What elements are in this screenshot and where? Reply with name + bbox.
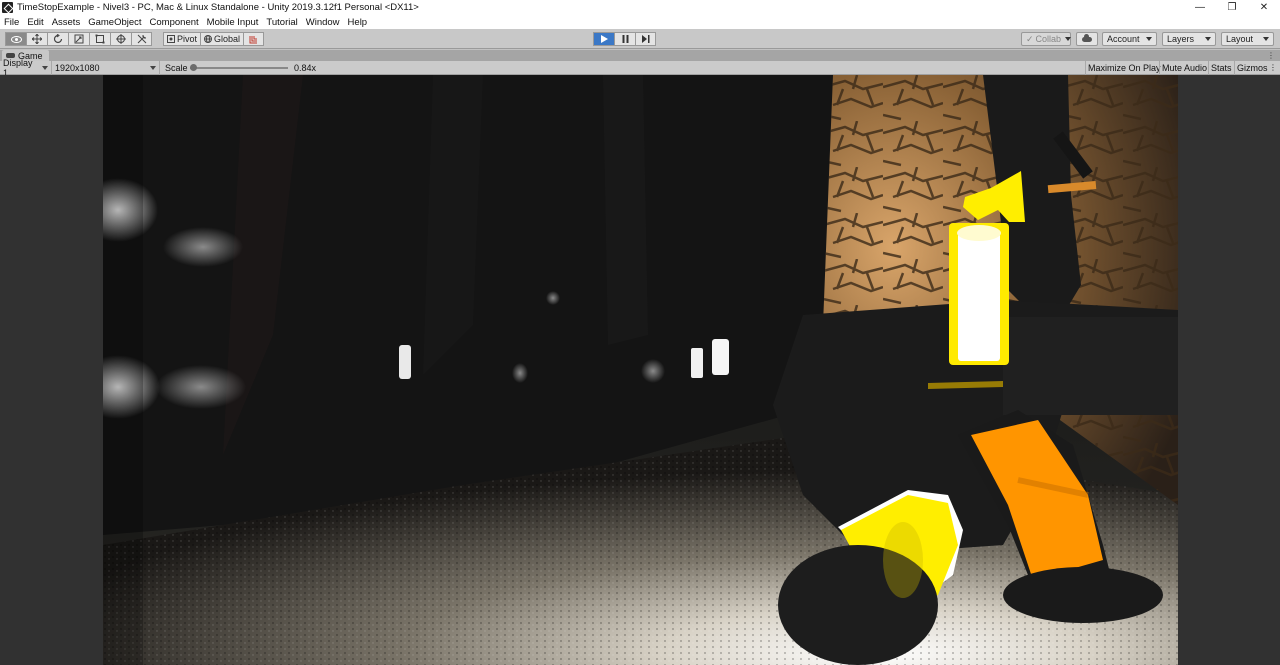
menu-component[interactable]: Component (146, 17, 203, 28)
display-caret-icon (42, 66, 48, 70)
global-label: Global (214, 34, 241, 44)
scale-tool-button[interactable] (68, 32, 89, 46)
pause-icon (622, 35, 628, 43)
window-controls: — ❐ ✕ (1184, 0, 1280, 15)
cloud-icon (1082, 33, 1092, 42)
close-button[interactable]: ✕ (1248, 0, 1280, 15)
window-title: TimeStopExample - Nivel3 - PC, Mac & Lin… (17, 2, 419, 13)
scale-value: 0.84x (294, 63, 317, 73)
menu-help[interactable]: Help (344, 17, 372, 28)
resolution-caret-icon (150, 66, 156, 70)
tab-options-menu-icon[interactable]: ⋮ (1267, 50, 1275, 61)
stats-toggle[interactable]: Stats (1208, 61, 1234, 75)
collab-label-wrap: ✓ Collab (1026, 34, 1061, 45)
globe-icon (204, 35, 213, 43)
game-view-controls: Display 1 1920x1080 Scale 0.84x Maximize… (0, 58, 1280, 78)
unity-logo-icon (2, 2, 13, 13)
game-view-render[interactable] (103, 75, 1178, 665)
pivot-toggle-button[interactable]: Pivot (163, 32, 202, 46)
layout-caret-icon (1263, 37, 1269, 41)
resolution-dropdown[interactable]: 1920x1080 (52, 61, 160, 75)
collab-dropdown[interactable]: ✓ Collab (1021, 32, 1072, 46)
wrench-icon (137, 34, 146, 44)
unity-editor-window: TimeStopExample - Nivel3 - PC, Mac & Lin… (0, 0, 1280, 665)
pause-button[interactable] (614, 32, 635, 46)
game-view-more-icon[interactable]: ⋮ (1269, 61, 1277, 75)
menu-bar: File Edit Assets GameObject Component Mo… (0, 15, 1280, 29)
move-arrows-icon (32, 34, 42, 44)
menu-tutorial[interactable]: Tutorial (262, 17, 301, 28)
mute-audio-toggle[interactable]: Mute Audio (1159, 61, 1209, 75)
rotate-icon (53, 34, 63, 44)
game-tab-bar: Game ⋮ (0, 50, 1280, 61)
playback-controls (593, 32, 656, 46)
custom-tool-button[interactable] (131, 32, 152, 46)
move-tool-button[interactable] (26, 32, 47, 46)
layout-dropdown[interactable]: Layout (1221, 32, 1274, 46)
account-label: Account (1107, 34, 1140, 44)
rect-icon (95, 34, 105, 44)
layers-dropdown[interactable]: Layers (1162, 32, 1216, 46)
layout-label: Layout (1226, 34, 1254, 44)
menu-edit[interactable]: Edit (23, 17, 47, 28)
menu-file[interactable]: File (0, 17, 23, 28)
gizmos-dropdown[interactable]: Gizmos (1234, 61, 1270, 75)
layers-label: Layers (1167, 34, 1195, 44)
transform-icon (116, 34, 126, 44)
step-forward-icon (641, 35, 649, 43)
minimize-button[interactable]: — (1184, 0, 1216, 15)
play-button[interactable] (593, 32, 614, 46)
play-icon (600, 35, 608, 43)
rotate-tool-button[interactable] (47, 32, 68, 46)
pivot-icon (167, 35, 175, 43)
menu-assets[interactable]: Assets (48, 17, 85, 28)
pivot-group: Pivot Global (163, 32, 265, 46)
restore-button[interactable]: ❐ (1216, 0, 1248, 15)
menu-gameobject[interactable]: GameObject (84, 17, 145, 28)
layers-caret-icon (1205, 37, 1211, 41)
snap-settings-button[interactable] (244, 32, 265, 46)
scale-label: Scale (165, 63, 188, 73)
main-toolbar: Pivot Global ✓ Collab Account Layers Lay… (0, 29, 1280, 49)
game-scene-render (103, 75, 1178, 665)
scale-slider-track[interactable] (190, 67, 288, 69)
global-toggle-button[interactable]: Global (201, 32, 245, 46)
snap-grid-icon (249, 35, 258, 43)
eye-icon (10, 35, 22, 43)
step-button[interactable] (635, 32, 656, 46)
collab-label: Collab (1035, 34, 1062, 44)
scale-icon (74, 34, 84, 44)
cloud-services-button[interactable] (1076, 32, 1098, 46)
menu-window[interactable]: Window (302, 17, 344, 28)
account-caret-icon (1146, 37, 1152, 41)
transform-tools (5, 32, 152, 46)
resolution-label: 1920x1080 (55, 63, 100, 73)
menu-mobile-input[interactable]: Mobile Input (203, 17, 263, 28)
account-dropdown[interactable]: Account (1102, 32, 1157, 46)
maximize-on-play-toggle[interactable]: Maximize On Play (1085, 61, 1163, 75)
rect-tool-button[interactable] (89, 32, 110, 46)
collab-caret-icon (1065, 37, 1072, 41)
display-dropdown[interactable]: Display 1 (0, 58, 52, 78)
title-bar: TimeStopExample - Nivel3 - PC, Mac & Lin… (0, 0, 1280, 15)
scale-slider-thumb[interactable] (190, 64, 197, 71)
collab-check-icon: ✓ (1026, 33, 1034, 44)
transform-tool-button[interactable] (110, 32, 131, 46)
pivot-label: Pivot (177, 34, 198, 44)
view-tool-button[interactable] (5, 32, 26, 46)
